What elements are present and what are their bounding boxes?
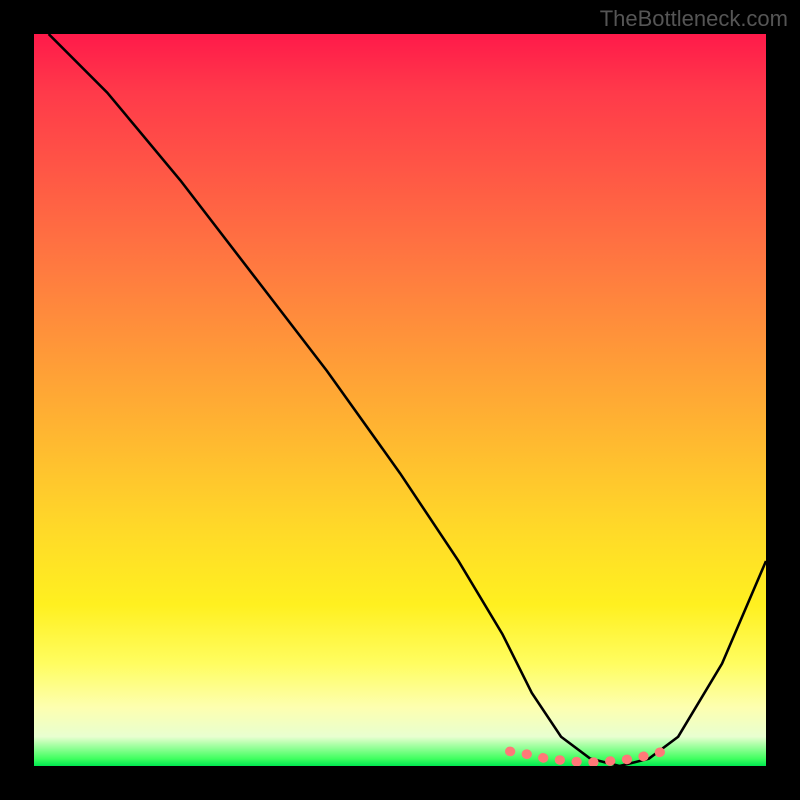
bottleneck-curve-path xyxy=(49,34,766,766)
chart-svg xyxy=(34,34,766,766)
curve-layer xyxy=(49,34,766,766)
watermark-text: TheBottleneck.com xyxy=(600,6,788,32)
plot-area xyxy=(32,32,768,768)
chart-container: TheBottleneck.com xyxy=(0,0,800,800)
